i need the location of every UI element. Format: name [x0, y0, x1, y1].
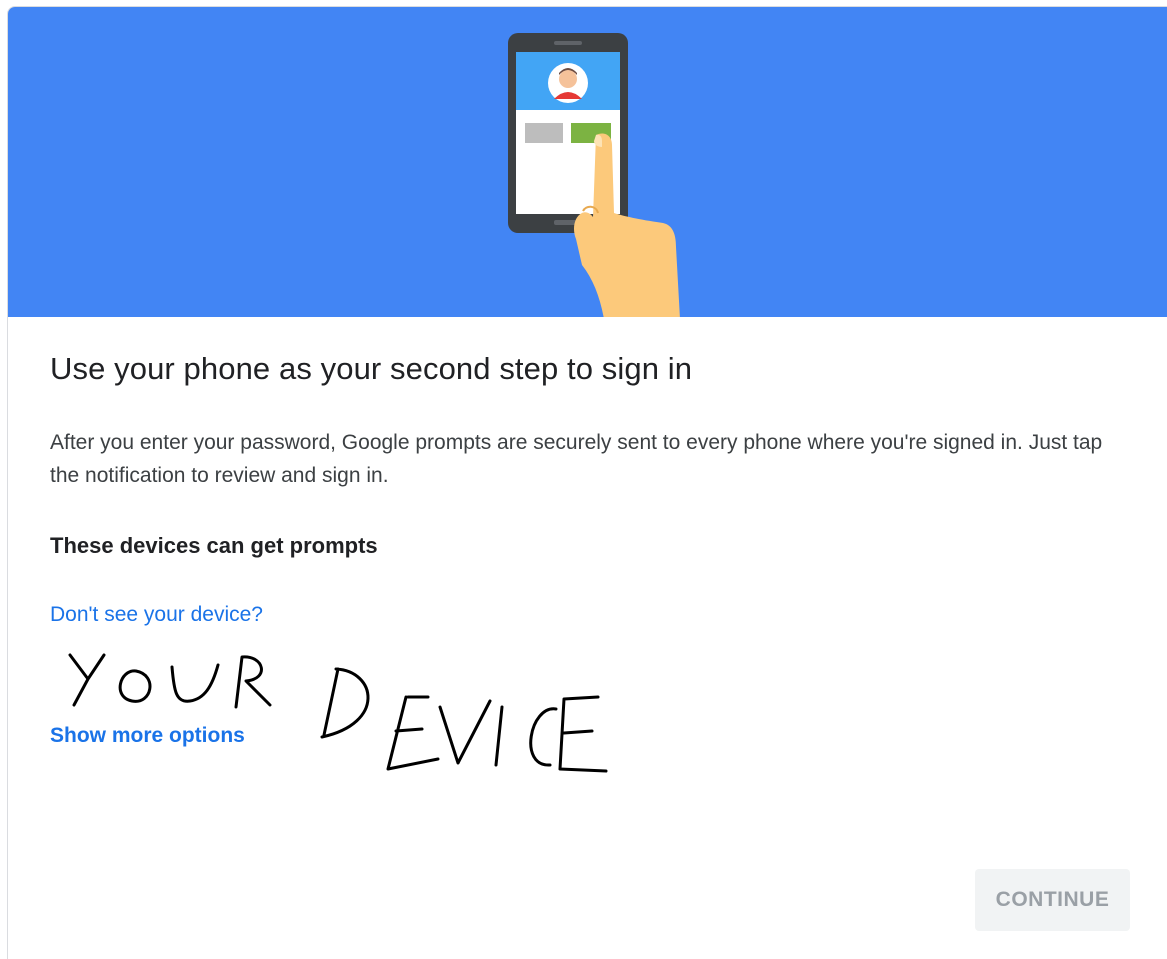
show-more-options-link[interactable]: Show more options: [50, 724, 245, 748]
hero-banner: [8, 7, 1167, 317]
description-text: After you enter your password, Google pr…: [50, 431, 1103, 487]
devices-heading: These devices can get prompts: [50, 533, 378, 558]
page-title: Use your phone as your second step to si…: [50, 351, 693, 386]
sign-in-card: Use your phone as your second step to si…: [7, 6, 1167, 959]
phone-tap-illustration: [508, 33, 680, 317]
dont-see-device-link[interactable]: Don't see your device?: [50, 603, 263, 627]
continue-button[interactable]: CONTINUE: [975, 869, 1130, 931]
